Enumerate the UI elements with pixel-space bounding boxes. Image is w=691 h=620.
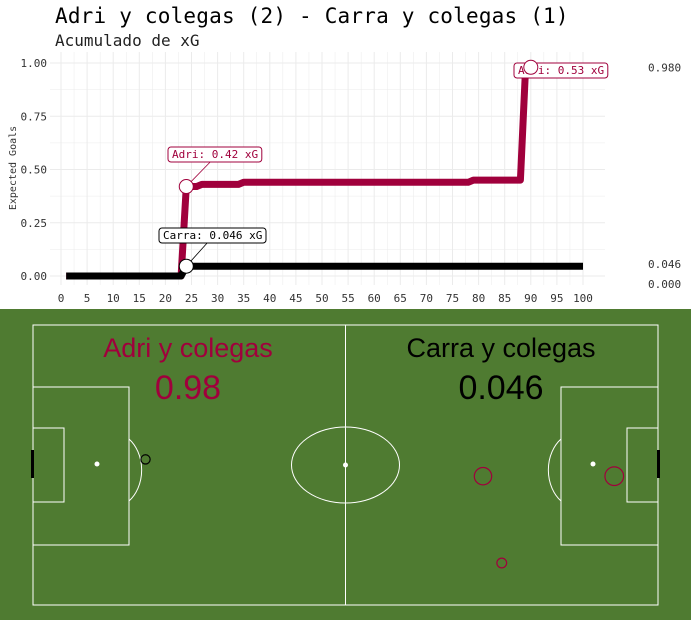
annotation-label: Carra: 0.046 xG [163, 229, 262, 242]
x-tick-label: 60 [368, 292, 381, 305]
x-tick-label: 65 [394, 292, 407, 305]
x-tick-label: 30 [211, 292, 224, 305]
right-goal [657, 450, 660, 478]
center-spot [343, 462, 348, 468]
end-label: 0.046 [648, 258, 681, 271]
goal-marker [178, 179, 194, 195]
x-tick-label: 75 [446, 292, 459, 305]
left-penalty-spot [94, 461, 100, 467]
away-team-xg: 0.046 [458, 369, 543, 407]
x-tick-label: 20 [159, 292, 172, 305]
right-penalty-spot [590, 461, 596, 467]
series-line-adri [66, 63, 583, 280]
annotation-adri: Adri: 0.53 xG [513, 59, 609, 79]
x-tick-label: 70 [420, 292, 433, 305]
away-team-name: Carra y colegas [406, 333, 595, 363]
y-tick-label: 0.50 [21, 164, 48, 177]
x-tick-label: 40 [263, 292, 276, 305]
y-tick-label: 0.25 [21, 217, 48, 230]
series-line-carra [66, 262, 583, 280]
end-label: 0.000 [648, 278, 681, 291]
y-tick-label: 1.00 [21, 57, 48, 70]
x-tick-label: 5 [84, 292, 91, 305]
annotation-label: Adri: 0.42 xG [172, 148, 258, 161]
shot-map-pitch: Adri y colegas 0.98 Carra y colegas 0.046 [0, 309, 691, 620]
left-goal [31, 450, 34, 478]
x-tick-label: 55 [341, 292, 354, 305]
x-tick-label: 90 [524, 292, 537, 305]
x-tick-label: 35 [237, 292, 250, 305]
x-tick-label: 85 [498, 292, 511, 305]
x-tick-label: 0 [58, 292, 65, 305]
x-tick-label: 80 [472, 292, 485, 305]
goal-marker [178, 258, 194, 274]
x-tick-label: 45 [289, 292, 302, 305]
x-tick-label: 25 [185, 292, 198, 305]
goal-marker [523, 59, 539, 75]
y-tick-label: 0.75 [21, 110, 48, 123]
xg-timeline-panel: Adri y colegas (2) - Carra y colegas (1)… [0, 0, 691, 309]
x-tick-label: 15 [133, 292, 146, 305]
x-tick-label: 100 [573, 292, 593, 305]
x-tick-label: 50 [315, 292, 328, 305]
xg-cumulative-chart: 0.00 0.25 0.50 0.75 1.00 0 5 10 15 20 25 30 35 40 45 50… [8, 52, 681, 305]
end-label: 0.980 [648, 61, 681, 74]
home-team-name: Adri y colegas [103, 333, 273, 363]
y-axis-label: Expected Goals [8, 126, 19, 210]
x-tick-label: 95 [550, 292, 563, 305]
y-tick-label: 0.00 [21, 270, 48, 283]
home-team-xg: 0.98 [155, 369, 221, 407]
x-tick-label: 10 [107, 292, 120, 305]
